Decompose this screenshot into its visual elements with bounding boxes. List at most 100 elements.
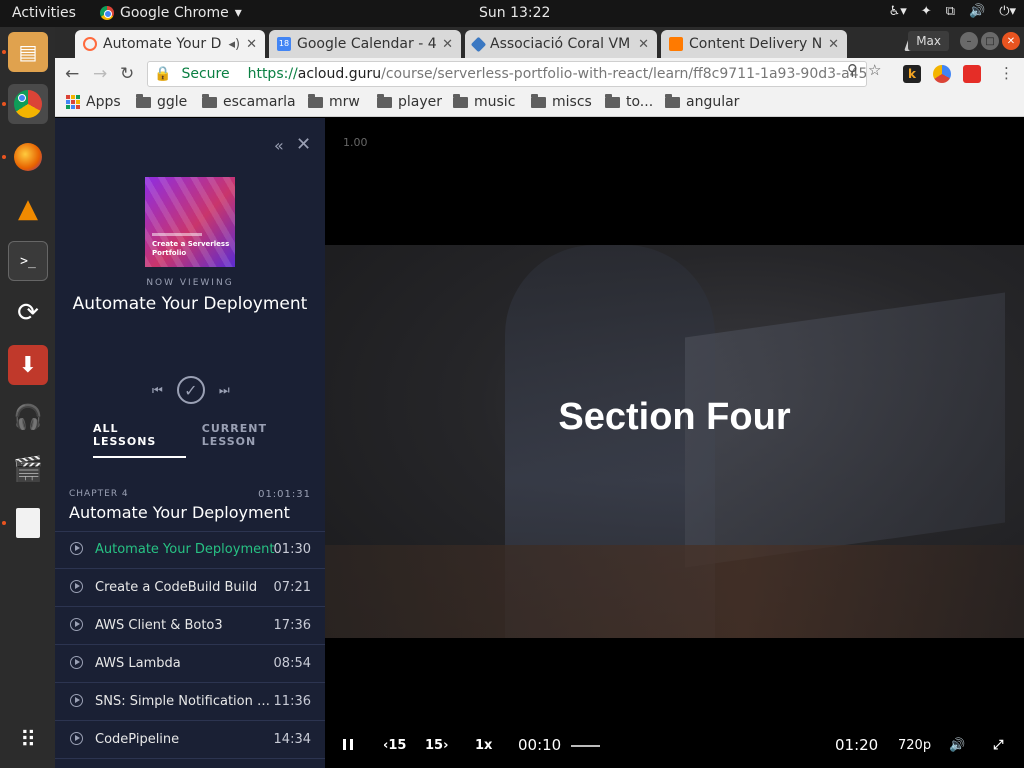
- activities-button[interactable]: Activities: [12, 5, 76, 21]
- terminal-icon[interactable]: >_: [8, 241, 48, 281]
- chapter-header[interactable]: CHAPTER 4 01:01:31 Automate Your Deploym…: [55, 482, 325, 532]
- lock-icon: 🔒: [154, 66, 172, 82]
- fullscreen-icon[interactable]: ⤢: [993, 738, 1003, 753]
- list-item[interactable]: CodePipeline 14:34: [55, 721, 325, 759]
- rewind-15-button[interactable]: ‹15: [383, 738, 406, 753]
- omnibox-actions: ⚲ ☆: [847, 61, 881, 79]
- playback-rate-button[interactable]: 1x: [475, 738, 492, 753]
- chrome-launcher-icon[interactable]: [8, 84, 48, 124]
- video-section-title: Section Four: [558, 396, 791, 438]
- bookmark-folder[interactable]: ggle: [136, 93, 187, 110]
- play-circle-icon: [70, 542, 83, 555]
- mute-icon[interactable]: ◂): [228, 37, 240, 52]
- course-cover-image: Create a Serverless Portfolio: [145, 177, 235, 267]
- bookmark-label: angular: [686, 94, 740, 110]
- list-item[interactable]: AWS Lambda 08:54: [55, 645, 325, 683]
- close-icon[interactable]: ✕: [442, 37, 453, 52]
- running-indicator: [2, 155, 6, 159]
- system-top-bar: Activities Google Chrome ▾ Sun 13:22 ♿▾ …: [0, 0, 1024, 27]
- tab-current-lesson[interactable]: CURRENT LESSON: [202, 422, 325, 458]
- bookmark-folder[interactable]: angular: [665, 93, 740, 110]
- launcher-dock: ▤ ▲ >_ ⟳ ⬇ 🎧 🎬 ⠿: [0, 27, 55, 768]
- back-arrow-icon[interactable]: ←: [65, 64, 79, 84]
- collapse-sidebar-icon[interactable]: «: [274, 136, 284, 155]
- files-icon[interactable]: ▤: [8, 32, 48, 72]
- tab-automate[interactable]: Automate Your D ◂) ✕: [75, 30, 265, 58]
- quality-selector[interactable]: 720p: [898, 738, 931, 753]
- extension-color-icon[interactable]: [933, 65, 951, 83]
- close-sidebar-icon[interactable]: ✕: [296, 134, 311, 155]
- bookmark-folder[interactable]: escamarla: [202, 93, 296, 110]
- video-frame[interactable]: [325, 245, 1024, 638]
- app-menu-label: Google Chrome: [120, 5, 229, 21]
- close-icon[interactable]: ✕: [828, 37, 839, 52]
- folder-icon: [665, 93, 680, 108]
- speed-indicator: 1.00: [343, 136, 368, 149]
- mark-complete-icon[interactable]: ✓: [176, 376, 205, 404]
- bookmark-folder[interactable]: mrw: [308, 93, 360, 110]
- accessibility-icon[interactable]: ♿▾: [889, 4, 907, 19]
- minimize-icon[interactable]: –: [960, 32, 978, 50]
- audio-recorder-icon[interactable]: 🎧: [8, 397, 48, 437]
- current-lesson-title: Automate Your Deployment: [72, 294, 308, 314]
- previous-lesson-icon[interactable]: ⏮: [152, 383, 163, 398]
- reload-icon[interactable]: ↻: [120, 64, 134, 84]
- bookmark-folder[interactable]: miscs: [531, 93, 592, 110]
- forward-arrow-icon[interactable]: →: [93, 64, 107, 84]
- tab-coral[interactable]: Associació Coral VM ✕: [465, 30, 657, 58]
- pause-icon[interactable]: [343, 739, 353, 750]
- document-icon[interactable]: [8, 503, 48, 543]
- video-editor-icon[interactable]: 🎬: [8, 449, 48, 489]
- progress-scrubber[interactable]: [571, 745, 600, 747]
- lesson-name: Automate Your Deployment: [95, 542, 275, 557]
- clock[interactable]: Sun 13:22: [479, 5, 550, 21]
- tab-cdn[interactable]: Content Delivery Ne ✕: [661, 30, 847, 58]
- firefox-icon[interactable]: [8, 137, 48, 177]
- maximize-icon[interactable]: □: [981, 32, 999, 50]
- bookmark-apps[interactable]: Apps: [66, 94, 121, 110]
- list-item[interactable]: AWS Client & Boto3 17:36: [55, 607, 325, 645]
- lesson-name: SNS: Simple Notification Serv...: [95, 694, 275, 709]
- list-item[interactable]: SNS: Simple Notification Serv... 11:36: [55, 683, 325, 721]
- tab-title: Content Delivery Ne: [689, 36, 823, 52]
- bookmark-folder[interactable]: to...: [605, 93, 653, 110]
- power-icon[interactable]: ⏻▾: [999, 4, 1016, 19]
- url-scheme: https://: [247, 66, 298, 82]
- dropbox-icon[interactable]: ✦: [921, 4, 932, 19]
- extension-youtube-icon[interactable]: [963, 65, 981, 83]
- network-icon[interactable]: ⧉: [946, 4, 955, 19]
- close-icon[interactable]: ✕: [246, 37, 257, 52]
- bookmark-star-icon[interactable]: ☆: [868, 61, 881, 79]
- profile-label[interactable]: Max: [908, 31, 949, 51]
- diamond-icon: [470, 36, 487, 52]
- chapter-duration: 01:01:31: [258, 489, 311, 500]
- lesson-duration: 17:36: [273, 618, 311, 633]
- download-installer-icon[interactable]: ⬇: [8, 345, 48, 385]
- chrome-menu-icon[interactable]: ⋮: [999, 64, 1014, 82]
- lesson-duration: 11:36: [273, 694, 311, 709]
- address-bar[interactable]: 🔒 Secure https:// acloud.guru /course/se…: [147, 61, 867, 87]
- bookmark-label: music: [474, 94, 516, 110]
- volume-icon[interactable]: 🔊: [969, 4, 985, 19]
- video-player[interactable]: 1.00 Section Four ‹15 15› 1x 00:10 01:20…: [325, 118, 1024, 768]
- show-applications-icon[interactable]: ⠿: [8, 720, 48, 760]
- tab-all-lessons[interactable]: ALL LESSONS: [93, 422, 186, 458]
- list-item[interactable]: Create a CodeBuild Build 07:21: [55, 569, 325, 607]
- tab-calendar[interactable]: 18 Google Calendar - 4 ✕: [269, 30, 461, 58]
- lesson-controls: ⏮ ✓ ⏭: [152, 376, 230, 404]
- bookmark-folder[interactable]: player: [377, 93, 442, 110]
- zoom-icon[interactable]: ⚲: [847, 61, 858, 79]
- bookmark-folder[interactable]: music: [453, 93, 516, 110]
- list-item[interactable]: Automate Your Deployment 01:30: [55, 531, 325, 569]
- software-updater-icon[interactable]: ⟳: [8, 293, 48, 333]
- forward-15-button[interactable]: 15›: [425, 738, 448, 753]
- next-lesson-icon[interactable]: ⏭: [219, 383, 230, 398]
- window-close-icon[interactable]: ✕: [1002, 32, 1020, 50]
- desk-surface: [325, 545, 1024, 638]
- volume-icon[interactable]: 🔊: [949, 738, 965, 753]
- close-icon[interactable]: ✕: [638, 37, 649, 52]
- url-path: /course/serverless-portfolio-with-react/…: [381, 66, 867, 82]
- extension-k-icon[interactable]: k: [903, 65, 921, 83]
- app-menu[interactable]: Google Chrome ▾: [100, 5, 242, 21]
- vlc-icon[interactable]: ▲: [8, 189, 48, 229]
